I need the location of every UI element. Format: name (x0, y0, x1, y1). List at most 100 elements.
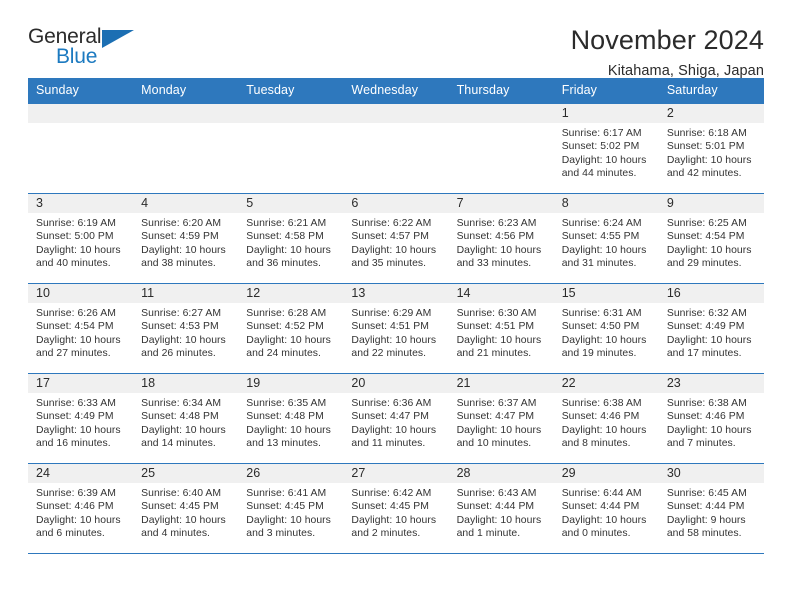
daylight-duration-line2: and 26 minutes. (141, 347, 216, 359)
calendar-day-cell[interactable]: 14 Sunrise: 6:30 AM Sunset: 4:51 PM Dayligh… (448, 283, 554, 374)
daylight-duration-line2: and 31 minutes. (561, 257, 637, 269)
daylight-duration-line2: and 27 minutes. (36, 347, 111, 359)
day-10: 10 Sunrise: 6:26 AM Sunset: 4:54 PM Dayligh… (28, 284, 134, 373)
calendar-day-cell[interactable]: 25 Sunrise: 6:40 AM Sunset: 4:45 PM Dayligh… (133, 463, 239, 554)
sun-info: Sunrise: 6:28 AM Sunset: 4:52 PM Daylight:… (238, 303, 343, 360)
sunset-time: Sunset: 4:55 PM (561, 231, 640, 243)
calendar-day-cell[interactable]: 15 Sunrise: 6:31 AM Sunset: 4:50 PM Dayligh… (553, 283, 659, 374)
calendar-day-cell[interactable]: 12 Sunrise: 6:28 AM Sunset: 4:52 PM Dayligh… (238, 283, 344, 374)
sunrise-sunset-calendar: Sunday Monday Tuesday Wednesday Thursday… (28, 78, 764, 554)
day-20: 20 Sunrise: 6:36 AM Sunset: 4:47 PM Dayligh… (343, 374, 449, 463)
daylight-duration-line1: Daylight: 10 hours (456, 244, 542, 256)
daylight-duration-line2: and 42 minutes. (666, 167, 742, 179)
day-number: 10 (28, 284, 134, 303)
day-number: 12 (238, 284, 344, 303)
calendar-day-cell[interactable]: 1 Sunrise: 6:17 AM Sunset: 5:02 PM Daylight… (553, 103, 659, 194)
calendar-day-cell[interactable]: 17 Sunrise: 6:33 AM Sunset: 4:49 PM Dayligh… (28, 373, 134, 464)
day-29: 29 Sunrise: 6:44 AM Sunset: 4:44 PM Dayligh… (553, 464, 659, 553)
daylight-duration-line1: Daylight: 10 hours (456, 514, 542, 526)
daylight-duration-line1: Daylight: 10 hours (561, 424, 647, 436)
day-number: 6 (343, 194, 449, 213)
calendar-day-cell[interactable]: 2 Sunrise: 6:18 AM Sunset: 5:01 PM Daylight… (658, 103, 764, 194)
sun-info: Sunrise: 6:41 AM Sunset: 4:45 PM Daylight:… (238, 483, 343, 540)
sunset-time: Sunset: 4:59 PM (141, 231, 219, 243)
day-number: 14 (448, 284, 554, 303)
daylight-duration-line2: and 38 minutes. (141, 257, 216, 269)
calendar-day-cell[interactable]: 22 Sunrise: 6:38 AM Sunset: 4:46 PM Dayligh… (553, 373, 659, 464)
calendar-day-cell[interactable]: 8 Sunrise: 6:24 AM Sunset: 4:55 PM Daylight… (553, 193, 659, 284)
calendar-day-cell[interactable]: 21 Sunrise: 6:37 AM Sunset: 4:47 PM Dayligh… (448, 373, 554, 464)
weekday-header-monday: Monday (133, 78, 239, 104)
day-14: 14 Sunrise: 6:30 AM Sunset: 4:51 PM Dayligh… (448, 284, 554, 373)
sun-info: Sunrise: 6:26 AM Sunset: 4:54 PM Daylight:… (28, 303, 133, 360)
sunset-time: Sunset: 4:45 PM (351, 501, 429, 513)
daylight-duration-line1: Daylight: 10 hours (561, 244, 647, 256)
sunset-time: Sunset: 5:00 PM (36, 231, 114, 243)
calendar-day-cell[interactable]: 16 Sunrise: 6:32 AM Sunset: 4:49 PM Dayligh… (658, 283, 764, 374)
general-blue-logo: General Blue (28, 26, 143, 72)
sunset-time: Sunset: 4:45 PM (246, 501, 324, 513)
weekday-header-wednesday: Wednesday (343, 78, 449, 104)
day-22: 22 Sunrise: 6:38 AM Sunset: 4:46 PM Dayligh… (553, 374, 659, 463)
day-number: 9 (658, 194, 764, 213)
sunset-time: Sunset: 4:48 PM (246, 411, 324, 423)
daylight-duration-line2: and 19 minutes. (561, 347, 637, 359)
sunrise-time: Sunrise: 6:44 AM (561, 488, 642, 499)
calendar-day-cell[interactable]: 28 Sunrise: 6:43 AM Sunset: 4:44 PM Dayligh… (448, 463, 554, 554)
weekday-header-thursday: Thursday (448, 78, 554, 104)
calendar-day-cell[interactable]: 7 Sunrise: 6:23 AM Sunset: 4:56 PM Daylight… (448, 193, 554, 284)
calendar-day-cell[interactable]: 24 Sunrise: 6:39 AM Sunset: 4:46 PM Dayligh… (28, 463, 134, 554)
calendar-day-cell[interactable]: 11 Sunrise: 6:27 AM Sunset: 4:53 PM Dayligh… (133, 283, 239, 374)
sunrise-time: Sunrise: 6:18 AM (666, 128, 747, 139)
calendar-day-cell[interactable]: 20 Sunrise: 6:36 AM Sunset: 4:47 PM Dayligh… (343, 373, 449, 464)
sunrise-time: Sunrise: 6:43 AM (456, 488, 537, 499)
weekday-header-friday: Friday (553, 78, 659, 104)
calendar-day-cell[interactable]: 19 Sunrise: 6:35 AM Sunset: 4:48 PM Dayligh… (238, 373, 344, 464)
daylight-duration-line1: Daylight: 10 hours (141, 244, 226, 256)
sunrise-time: Sunrise: 6:38 AM (561, 398, 642, 409)
daylight-duration-line1: Daylight: 10 hours (141, 424, 226, 436)
day-number: 24 (28, 464, 134, 483)
calendar-day-cell[interactable]: 9 Sunrise: 6:25 AM Sunset: 4:54 PM Daylight… (658, 193, 764, 284)
calendar-day-cell[interactable]: 23 Sunrise: 6:38 AM Sunset: 4:46 PM Dayligh… (658, 373, 764, 464)
day-number: 25 (133, 464, 239, 483)
sun-info: Sunrise: 6:21 AM Sunset: 4:58 PM Daylight:… (238, 213, 343, 270)
calendar-day-cell[interactable]: 6 Sunrise: 6:22 AM Sunset: 4:57 PM Daylight… (343, 193, 449, 284)
sunset-time: Sunset: 4:50 PM (561, 321, 640, 333)
calendar-day-cell[interactable]: 30 Sunrise: 6:45 AM Sunset: 4:44 PM Dayligh… (658, 463, 764, 554)
sunset-time: Sunset: 4:47 PM (351, 411, 429, 423)
sunset-time: Sunset: 4:58 PM (246, 231, 324, 243)
calendar-day-cell[interactable]: 29 Sunrise: 6:44 AM Sunset: 4:44 PM Dayligh… (553, 463, 659, 554)
calendar-day-cell[interactable]: 4 Sunrise: 6:20 AM Sunset: 4:59 PM Daylight… (133, 193, 239, 284)
daylight-duration-line2: and 2 minutes. (351, 527, 421, 539)
empty-day (448, 104, 554, 193)
day-number: 23 (658, 374, 764, 393)
day-15: 15 Sunrise: 6:31 AM Sunset: 4:50 PM Dayligh… (553, 284, 659, 373)
day-23: 23 Sunrise: 6:38 AM Sunset: 4:46 PM Dayligh… (658, 374, 764, 463)
day-6: 6 Sunrise: 6:22 AM Sunset: 4:57 PM Daylight… (343, 194, 449, 283)
calendar-day-cell[interactable]: 26 Sunrise: 6:41 AM Sunset: 4:45 PM Dayligh… (238, 463, 344, 554)
sunrise-time: Sunrise: 6:41 AM (246, 488, 327, 499)
sunset-time: Sunset: 4:49 PM (36, 411, 114, 423)
calendar-day-cell[interactable]: 27 Sunrise: 6:42 AM Sunset: 4:45 PM Dayligh… (343, 463, 449, 554)
calendar-week-row: 24 Sunrise: 6:39 AM Sunset: 4:46 PM Dayligh… (28, 463, 764, 554)
sun-info: Sunrise: 6:38 AM Sunset: 4:46 PM Daylight:… (659, 393, 764, 450)
sunrise-time: Sunrise: 6:28 AM (246, 308, 327, 319)
calendar-day-cell[interactable]: 5 Sunrise: 6:21 AM Sunset: 4:58 PM Daylight… (238, 193, 344, 284)
calendar-day-cell[interactable]: 18 Sunrise: 6:34 AM Sunset: 4:48 PM Dayligh… (133, 373, 239, 464)
daylight-duration-line1: Daylight: 10 hours (561, 334, 647, 346)
daylight-duration-line2: and 21 minutes. (456, 347, 532, 359)
sun-info: Sunrise: 6:29 AM Sunset: 4:51 PM Daylight:… (343, 303, 448, 360)
calendar-day-cell[interactable]: 3 Sunrise: 6:19 AM Sunset: 5:00 PM Daylight… (28, 193, 134, 284)
calendar-day-cell[interactable]: 13 Sunrise: 6:29 AM Sunset: 4:51 PM Dayligh… (343, 283, 449, 374)
sun-info: Sunrise: 6:19 AM Sunset: 5:00 PM Daylight:… (28, 213, 133, 270)
day-number: 19 (238, 374, 344, 393)
sun-info: Sunrise: 6:35 AM Sunset: 4:48 PM Daylight:… (238, 393, 343, 450)
day-number: 11 (133, 284, 239, 303)
day-17: 17 Sunrise: 6:33 AM Sunset: 4:49 PM Dayligh… (28, 374, 134, 463)
sun-info: Sunrise: 6:40 AM Sunset: 4:45 PM Daylight:… (133, 483, 238, 540)
daylight-duration-line1: Daylight: 10 hours (246, 424, 331, 436)
calendar-day-cell[interactable]: 10 Sunrise: 6:26 AM Sunset: 4:54 PM Dayligh… (28, 283, 134, 374)
weekday-header-sunday: Sunday (28, 78, 134, 104)
sunrise-time: Sunrise: 6:45 AM (666, 488, 747, 499)
